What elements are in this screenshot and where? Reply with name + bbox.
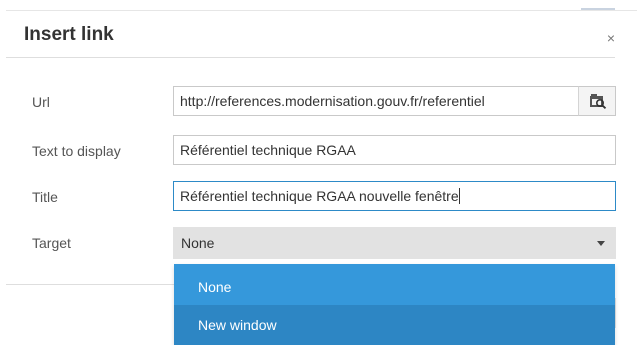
text-to-display-input[interactable]: Référentiel technique RGAA [173,135,616,165]
text-to-display-label: Text to display [32,143,121,159]
target-option-new-window[interactable]: New window [174,305,615,345]
window-edge-marker [581,8,615,10]
browse-button[interactable] [578,86,616,116]
url-row: Url http://references.modernisation.gouv… [0,86,637,118]
target-dropdown-menu: None New window [174,264,615,345]
insert-link-dialog: Insert link × Url http://references.mode… [0,0,637,345]
target-option-none[interactable]: None [174,267,615,307]
dialog-title: Insert link [24,24,114,45]
text-to-display-row: Text to display Référentiel technique RG… [0,135,637,167]
title-input[interactable]: Référentiel technique RGAA nouvelle fenê… [173,181,616,211]
target-selected-value: None [181,235,215,251]
target-select[interactable]: None [173,227,616,259]
title-row: Title Référentiel technique RGAA nouvell… [0,181,637,213]
browse-icon [590,94,607,109]
title-label: Title [32,189,58,205]
header-divider [6,57,615,58]
close-icon[interactable]: × [607,31,615,45]
target-label: Target [32,235,71,251]
text-cursor [458,188,460,204]
url-label: Url [32,94,50,110]
title-input-value: Référentiel technique RGAA nouvelle fenê… [180,188,459,204]
url-input[interactable]: http://references.modernisation.gouv.fr/… [173,86,579,116]
target-row: Target None [0,227,637,259]
dialog-top-border [6,10,637,11]
chevron-down-icon [597,241,605,246]
